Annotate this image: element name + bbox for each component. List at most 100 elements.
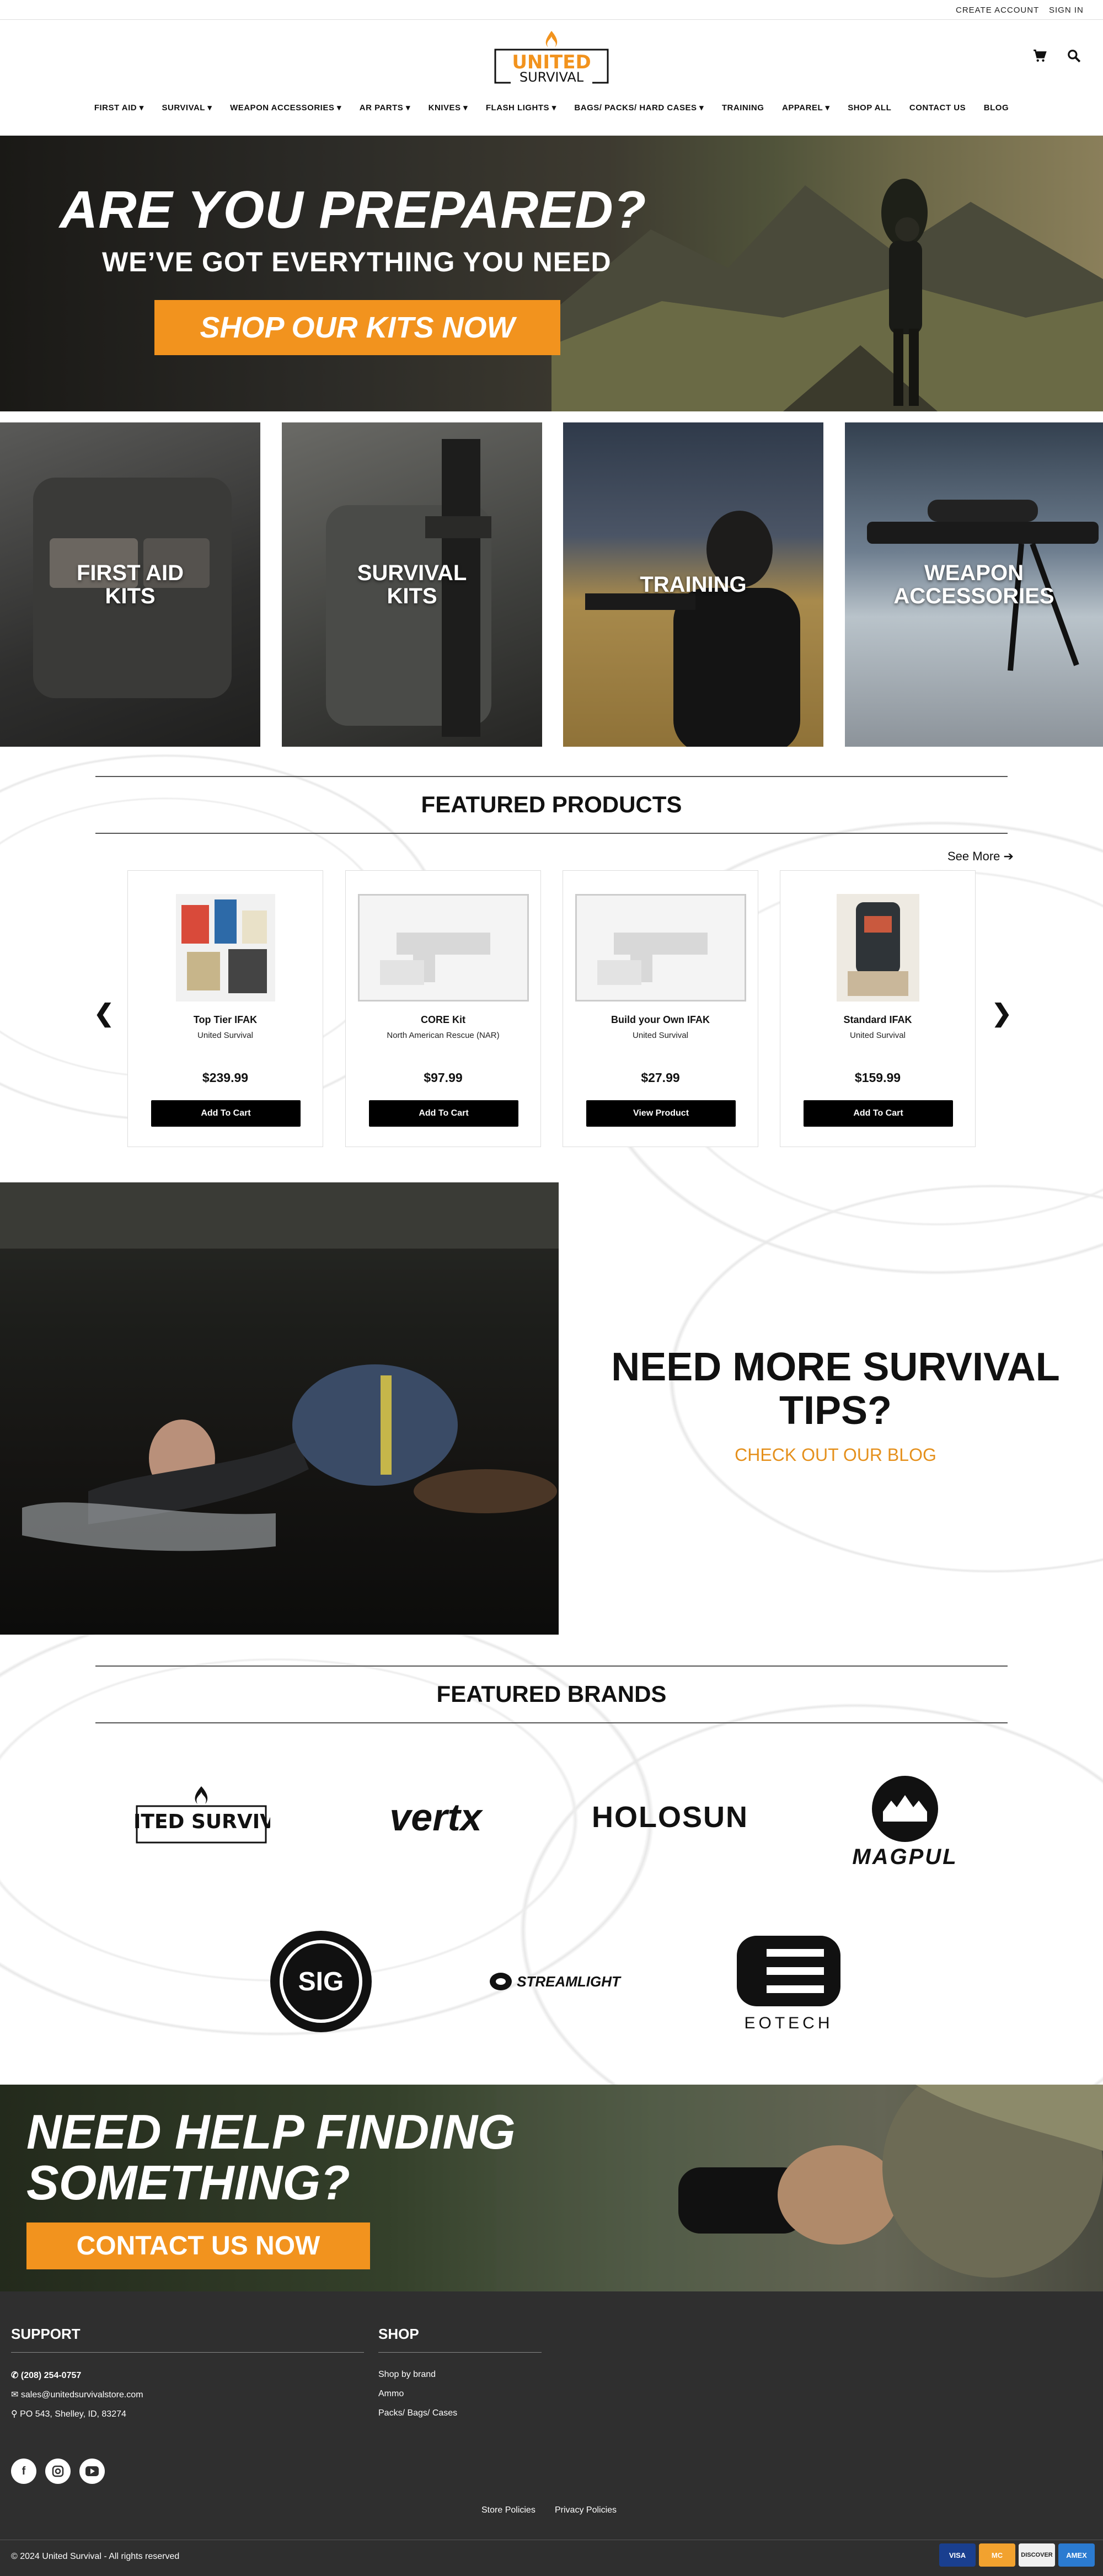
nav-training[interactable]: TRAINING: [722, 103, 764, 113]
visa-icon: VISA: [939, 2543, 976, 2567]
footer-support-title: SUPPORT: [11, 2326, 81, 2342]
search-icon[interactable]: [1067, 49, 1083, 65]
category-survival-kits[interactable]: SURVIVAL KITS: [282, 422, 542, 747]
brand-logo-sig[interactable]: SIG: [269, 1929, 373, 2034]
nav-flash-lights[interactable]: FLASH LIGHTS ▾: [486, 103, 556, 113]
arrow-right-icon: ➔: [1003, 849, 1014, 863]
product-card[interactable]: Build your Own IFAK United Survival $27.…: [563, 870, 758, 1147]
brand-logo-streamlight[interactable]: STREAMLIGHT: [480, 1962, 629, 2001]
mail-icon: ✉: [11, 2390, 21, 2400]
create-account-link[interactable]: CREATE ACCOUNT: [956, 6, 1039, 15]
facebook-icon[interactable]: f: [11, 2459, 36, 2484]
brand-logo-eotech[interactable]: EOTECH: [728, 1927, 849, 2038]
instagram-icon[interactable]: [45, 2459, 71, 2484]
youtube-icon[interactable]: [79, 2459, 105, 2484]
add-to-cart-button[interactable]: Add To Cart: [804, 1100, 953, 1127]
brand-logo-united-survival[interactable]: UNITED SURVIVAL: [130, 1781, 273, 1853]
nav-shop-all[interactable]: SHOP ALL: [848, 103, 891, 113]
product-brand: North American Rescue (NAR): [387, 1031, 500, 1040]
category-first-aid-kits[interactable]: FIRST AID KITS: [0, 422, 260, 747]
footer-link-privacy-policies[interactable]: Privacy Policies: [555, 2505, 617, 2515]
carousel-prev-arrow[interactable]: ❮: [94, 999, 114, 1027]
add-to-cart-button[interactable]: Add To Cart: [151, 1100, 301, 1127]
view-product-button[interactable]: View Product: [586, 1100, 736, 1127]
featured-brands-title: FEATURED BRANDS: [95, 1665, 1008, 1723]
hero-subhead: WE’VE GOT EVERYTHING YOU NEED: [102, 247, 612, 277]
product-price: $239.99: [202, 1070, 249, 1085]
brand-label: STREAMLIGHT: [517, 1973, 620, 1990]
see-more-label: See More: [947, 849, 1000, 863]
footer-link-ammo[interactable]: Ammo: [378, 2389, 404, 2399]
product-image-build-your-own-ifak: [573, 892, 748, 1004]
cta-image-binoculars: [496, 2085, 1103, 2291]
cart-icon[interactable]: [1032, 49, 1049, 65]
footer-phone[interactable]: ✆ (208) 254-0757: [11, 2370, 81, 2381]
see-more-link[interactable]: See More ➔: [947, 849, 1014, 864]
contact-cta-banner: NEED HELP FINDING SOMETHING? CONTACT US N…: [0, 2085, 1103, 2291]
brand-logo-holosun[interactable]: HOLOSUN: [590, 1795, 750, 1839]
product-name[interactable]: Build your Own IFAK: [563, 1014, 758, 1026]
product-card[interactable]: Top Tier IFAK United Survival $239.99 Ad…: [127, 870, 323, 1147]
category-training[interactable]: TRAINING: [563, 422, 823, 747]
footer-link-shop-by-brand[interactable]: Shop by brand: [378, 2370, 436, 2380]
product-brand: United Survival: [850, 1031, 906, 1040]
cta-line1: NEED HELP FINDING: [26, 2104, 516, 2159]
contact-us-button[interactable]: CONTACT US NOW: [26, 2222, 370, 2269]
product-brand: United Survival: [633, 1031, 688, 1040]
logo-text-survival: SURVIVAL: [520, 69, 584, 85]
product-name[interactable]: Top Tier IFAK: [128, 1014, 323, 1026]
footer-link-store-policies[interactable]: Store Policies: [481, 2505, 536, 2515]
magpul-icon: [872, 1776, 938, 1842]
product-image-top-tier-ifak: [175, 894, 275, 1004]
nav-bags-packs[interactable]: BAGS/ PACKS/ HARD CASES ▾: [574, 103, 704, 113]
nav-weapon-accessories[interactable]: WEAPON ACCESSORIES ▾: [230, 103, 341, 113]
category-label: FIRST AID KITS: [76, 561, 184, 608]
phone-icon: ✆: [11, 2371, 21, 2380]
footer-link-packs[interactable]: Packs/ Bags/ Cases: [378, 2408, 457, 2418]
brand-label: EOTECH: [744, 2014, 833, 2032]
add-to-cart-button[interactable]: Add To Cart: [369, 1100, 518, 1127]
discover-icon: DISCOVER: [1019, 2543, 1055, 2567]
cta-headline: NEED HELP FINDING SOMETHING?: [26, 2104, 516, 2210]
brand-logo-magpul[interactable]: MAGPUL: [825, 1773, 985, 1870]
amex-icon: AMEX: [1058, 2543, 1095, 2567]
streamlight-icon: [490, 1973, 512, 1990]
product-name[interactable]: CORE Kit: [346, 1014, 540, 1026]
address-text: PO 543, Shelley, ID, 83274: [20, 2409, 126, 2419]
blog-promo-title: NEED MORE SURVIVAL TIPS?: [611, 1345, 1060, 1433]
main-nav: FIRST AID ▾ SURVIVAL ▾ WEAPON ACCESSORIE…: [0, 103, 1103, 113]
product-name[interactable]: Standard IFAK: [780, 1014, 975, 1026]
utility-bar: CREATE ACCOUNT SIGN IN: [0, 0, 1103, 20]
nav-first-aid[interactable]: FIRST AID ▾: [94, 103, 144, 113]
nav-survival[interactable]: SURVIVAL ▾: [162, 103, 212, 113]
nav-apparel[interactable]: APPAREL ▾: [782, 103, 830, 113]
nav-knives[interactable]: KNIVES ▾: [429, 103, 468, 113]
brand-logo-vertx[interactable]: vertx: [358, 1792, 513, 1842]
product-price: $159.99: [854, 1070, 901, 1085]
footer-copyright: © 2024 United Survival - All rights rese…: [11, 2552, 180, 2561]
category-label: SURVIVAL KITS: [357, 561, 467, 608]
nav-blog[interactable]: BLOG: [984, 103, 1009, 113]
divider: [11, 2352, 364, 2353]
brand-label: vertx: [389, 1796, 482, 1839]
product-price: $97.99: [424, 1070, 463, 1085]
site-logo[interactable]: UNITED SURVIVAL: [491, 29, 612, 89]
eotech-icon: [737, 1936, 840, 2006]
logo-graphic: UNITED SURVIVAL: [494, 31, 609, 85]
carousel-next-arrow[interactable]: ❯: [992, 999, 1012, 1027]
sign-in-link[interactable]: SIGN IN: [1049, 6, 1084, 15]
blog-link[interactable]: CHECK OUT OUR BLOG: [585, 1445, 1086, 1465]
footer-email[interactable]: ✉ sales@unitedsurvivalstore.com: [11, 2389, 143, 2400]
nav-contact-us[interactable]: CONTACT US: [909, 103, 966, 113]
brand-label: HOLOSUN: [592, 1801, 748, 1834]
shop-kits-button[interactable]: SHOP OUR KITS NOW: [154, 300, 560, 355]
brand-label: SIG: [280, 1940, 362, 2023]
email-text: sales@unitedsurvivalstore.com: [20, 2390, 143, 2400]
category-weapon-accessories[interactable]: WEAPON ACCESSORIES: [845, 422, 1103, 747]
cta-line2: SOMETHING?: [26, 2155, 350, 2210]
hero-headline: ARE YOU PREPARED?: [60, 180, 647, 239]
product-card[interactable]: CORE Kit North American Rescue (NAR) $97…: [345, 870, 541, 1147]
footer-address: ⚲ PO 543, Shelley, ID, 83274: [11, 2408, 126, 2419]
product-card[interactable]: Standard IFAK United Survival $159.99 Ad…: [780, 870, 976, 1147]
nav-ar-parts[interactable]: AR PARTS ▾: [360, 103, 410, 113]
